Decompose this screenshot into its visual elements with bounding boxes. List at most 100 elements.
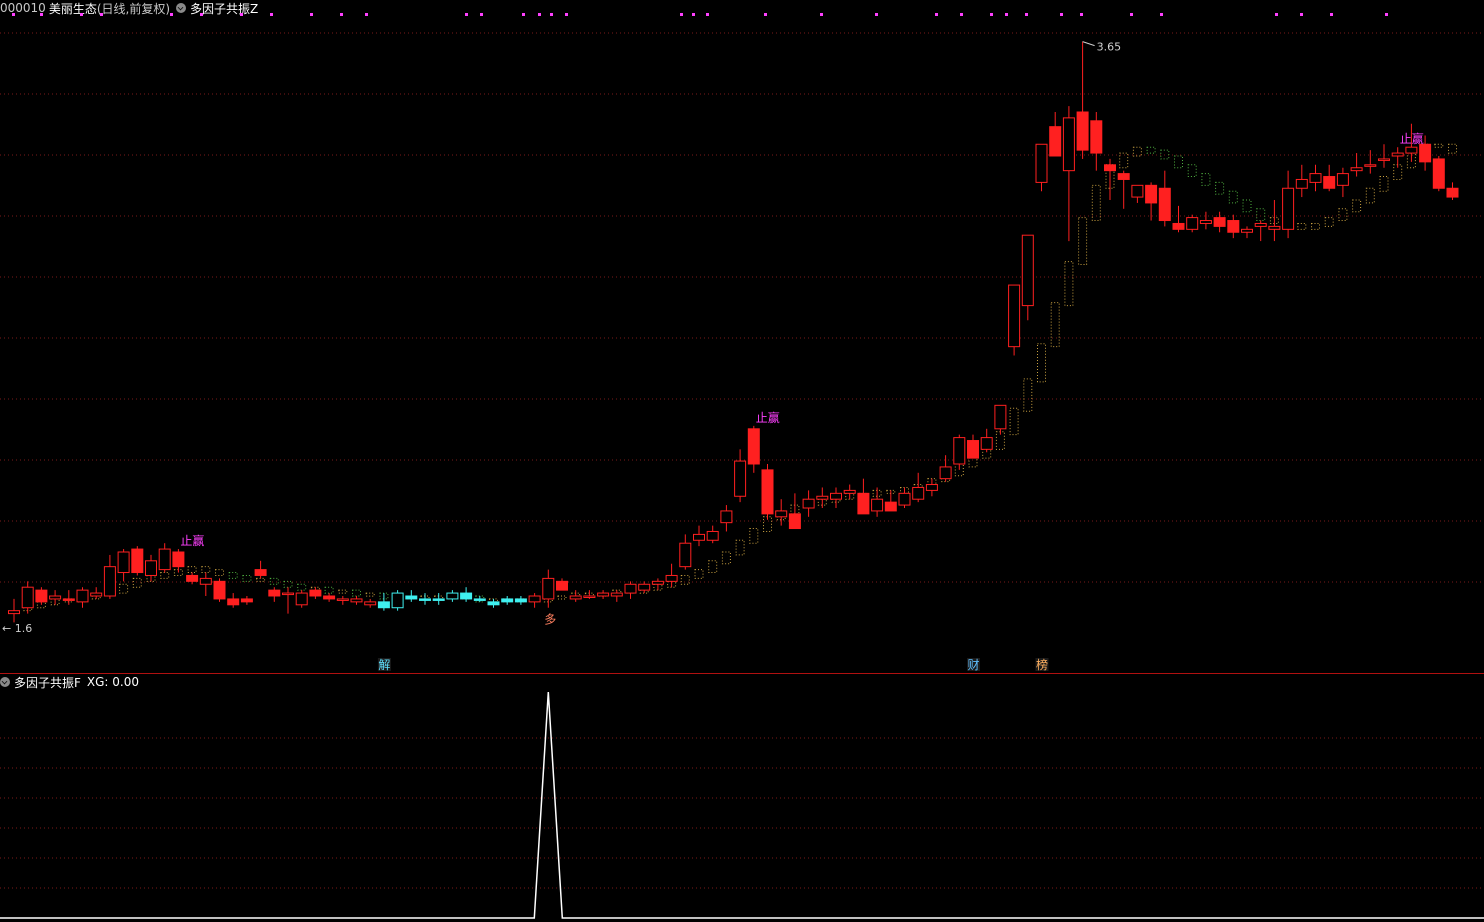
candle-body xyxy=(775,510,788,518)
candle-body xyxy=(1309,173,1322,183)
candle-body xyxy=(1227,220,1240,233)
candle-body xyxy=(1021,234,1034,307)
candle-body xyxy=(542,577,555,600)
candle-body xyxy=(186,574,199,582)
candle xyxy=(1090,112,1103,171)
candle xyxy=(103,554,116,599)
candle xyxy=(364,598,377,608)
candle-body xyxy=(980,437,993,450)
candle-body xyxy=(788,513,801,530)
candle-body xyxy=(720,510,733,524)
candle xyxy=(1364,150,1377,174)
candle-body xyxy=(1035,143,1048,183)
candle xyxy=(377,593,390,611)
candle-body xyxy=(556,580,568,591)
candle-body xyxy=(1131,184,1144,198)
candle xyxy=(802,490,815,517)
candle-body xyxy=(898,492,911,506)
signal-dot xyxy=(960,13,963,16)
candle xyxy=(734,449,747,503)
candle xyxy=(1145,182,1158,221)
candle xyxy=(939,455,952,482)
candle xyxy=(405,590,418,602)
candle xyxy=(1227,214,1240,239)
candle-body xyxy=(1117,173,1130,180)
candle-body xyxy=(967,440,979,459)
candle-body xyxy=(1350,167,1363,172)
ladder-box xyxy=(680,574,690,585)
candle-body xyxy=(145,560,157,576)
ladder-box xyxy=(1187,164,1197,178)
candle xyxy=(323,593,336,602)
candle-body xyxy=(1419,143,1432,163)
candle-body xyxy=(1295,178,1308,189)
candle xyxy=(857,478,870,515)
candle-body xyxy=(268,589,281,597)
candle xyxy=(172,549,185,573)
max-price-label: 3.65 xyxy=(1097,41,1122,54)
candle-body xyxy=(1241,228,1253,233)
candle xyxy=(1172,205,1185,233)
candle xyxy=(268,587,281,602)
candle-body xyxy=(282,592,294,596)
candle xyxy=(199,572,212,596)
candle-body xyxy=(761,469,774,515)
candle xyxy=(391,590,404,611)
candlestick-chart[interactable]: 3.65← 1.6止赢止赢止赢多解财榜 xyxy=(0,0,1484,922)
candle-body xyxy=(405,595,418,600)
candle xyxy=(35,587,48,605)
candle xyxy=(1336,167,1349,198)
candle xyxy=(501,596,514,605)
candle xyxy=(158,543,171,573)
candle-body xyxy=(747,428,760,465)
candle-body xyxy=(76,589,89,603)
candle xyxy=(693,525,705,547)
candle-body xyxy=(925,484,938,491)
candle-body xyxy=(21,586,34,609)
candle-body xyxy=(1076,111,1089,151)
ladder-box xyxy=(1009,407,1019,436)
ladder-box xyxy=(228,572,238,579)
candle-body xyxy=(172,551,185,568)
candle xyxy=(1186,214,1199,233)
ladder-box xyxy=(1324,217,1334,227)
candle-body xyxy=(131,548,144,574)
ladder-box xyxy=(1174,155,1183,169)
candle xyxy=(240,596,253,605)
ladder-box xyxy=(1146,146,1156,154)
ladder-box xyxy=(1242,199,1252,213)
xg-line xyxy=(0,691,1484,919)
candle-body xyxy=(364,601,377,606)
ladder-box xyxy=(338,589,348,594)
ladder-box xyxy=(242,574,252,582)
candle xyxy=(419,593,431,605)
candle xyxy=(282,587,294,614)
candle-body xyxy=(350,598,363,603)
candle xyxy=(254,560,267,579)
ladder-box xyxy=(269,577,279,585)
candle-body xyxy=(912,486,925,500)
signal-label: 止赢 xyxy=(180,533,204,548)
candle xyxy=(1432,156,1445,192)
signal-dot xyxy=(1385,13,1388,16)
ladder-box xyxy=(694,569,704,579)
signal-dot xyxy=(875,13,878,16)
candle xyxy=(1446,182,1459,200)
signal-dot xyxy=(200,13,203,16)
signal-dot xyxy=(100,13,103,16)
signal-dot xyxy=(764,13,767,16)
candle-body xyxy=(679,542,692,568)
candle-body xyxy=(90,592,103,597)
candle xyxy=(62,590,75,605)
candle-body xyxy=(1336,173,1349,186)
candle-body xyxy=(199,577,212,585)
candle xyxy=(1309,164,1322,192)
ladder-box xyxy=(119,583,129,594)
ladder-box xyxy=(324,586,334,594)
candle-body xyxy=(1254,222,1267,227)
signal-dot xyxy=(1005,13,1008,16)
max-price-pointer xyxy=(1082,41,1095,47)
candle-body xyxy=(49,595,62,600)
candle xyxy=(514,596,527,605)
candle xyxy=(117,549,130,582)
